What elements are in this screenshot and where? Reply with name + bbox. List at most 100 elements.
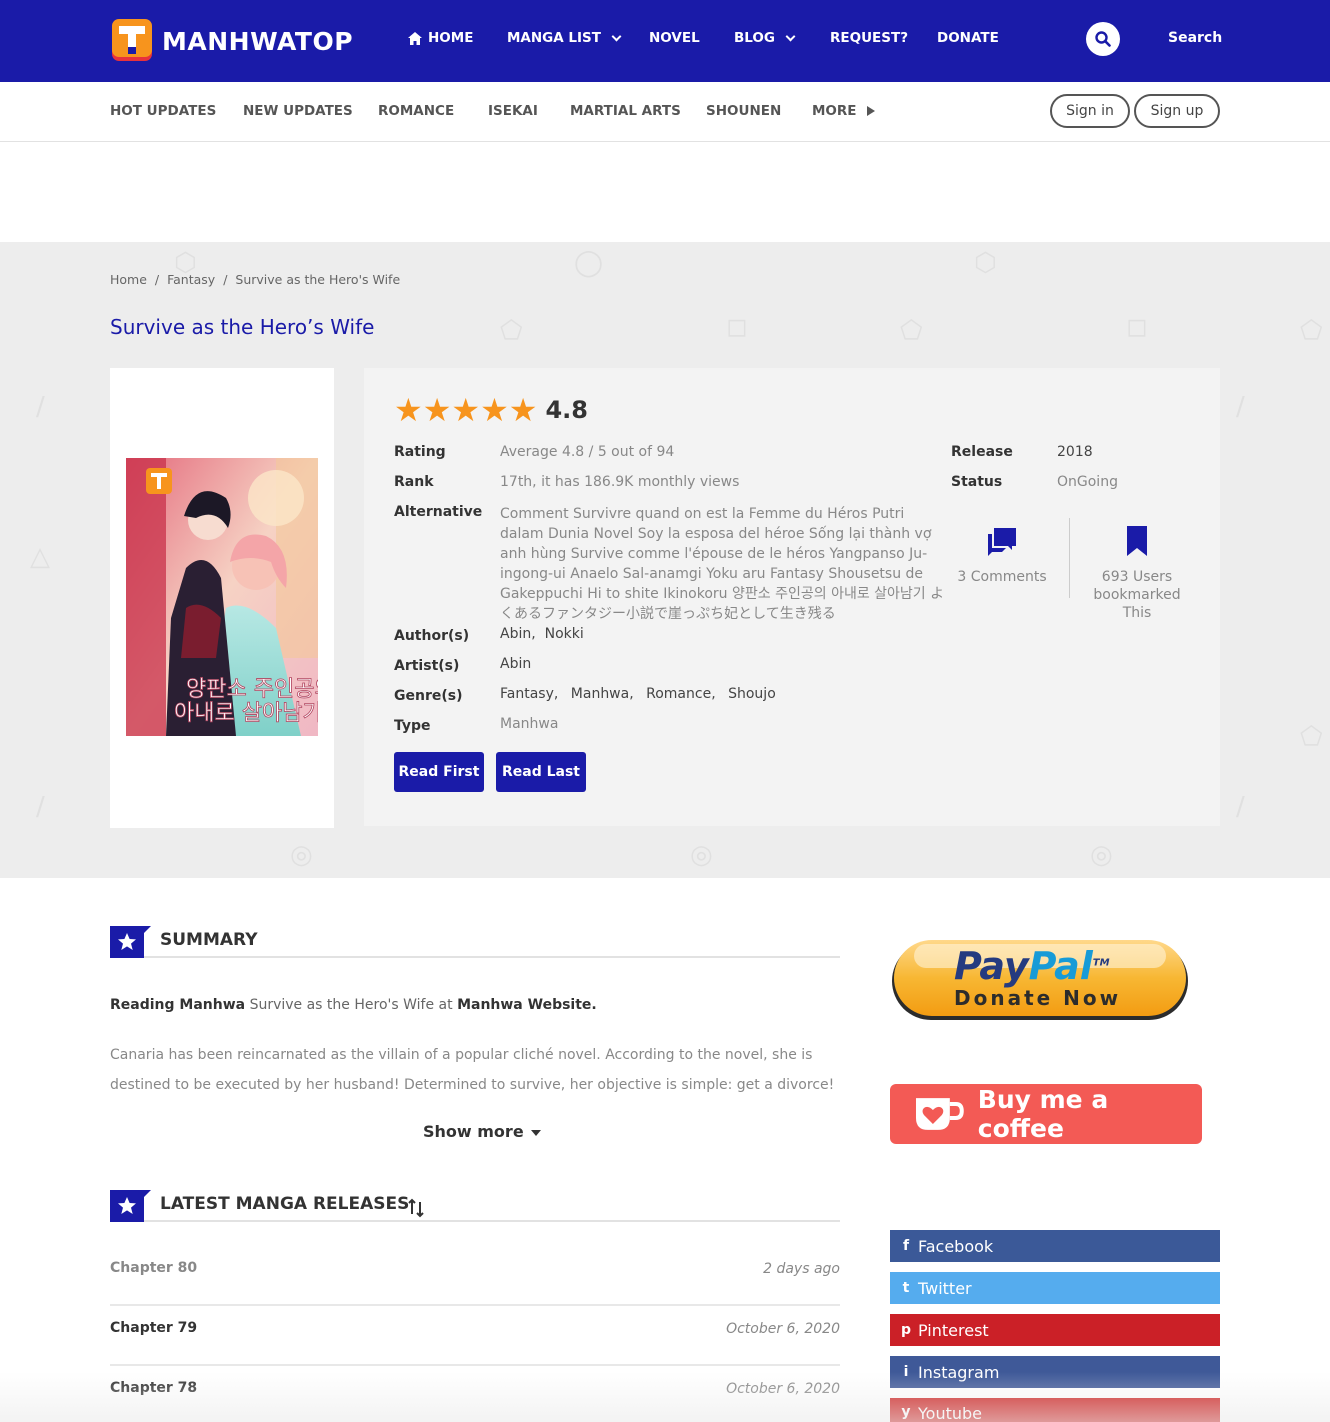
breadcrumb-fantasy[interactable]: Fantasy — [167, 272, 215, 287]
subnav-romance[interactable]: ROMANCE — [378, 103, 454, 119]
sign-up-button[interactable]: Sign up — [1134, 94, 1220, 128]
sort-icon[interactable] — [408, 1198, 424, 1218]
genre-link[interactable]: Manhwa, — [571, 686, 634, 702]
twitter-icon: t — [902, 1280, 910, 1296]
subnav-more-label: MORE — [812, 103, 857, 119]
genre-link[interactable]: Shoujo — [728, 686, 776, 702]
genre-link[interactable]: Fantasy, — [500, 686, 558, 702]
social-twitter-label: Twitter — [918, 1278, 972, 1298]
subnav-martial-arts[interactable]: MARTIAL ARTS — [570, 103, 681, 119]
buy-me-coffee-button[interactable]: Buy me a coffee — [890, 1084, 1202, 1144]
nav-donate-label: DONATE — [937, 30, 999, 46]
rating-label: Rating — [394, 444, 446, 460]
background-pattern-icon: ◎ — [1090, 840, 1113, 870]
author-link[interactable]: Nokki — [545, 626, 584, 642]
social-pinterest-label: Pinterest — [918, 1320, 989, 1340]
search-icon — [1095, 31, 1111, 47]
cover-card: 양판소 주인공의 아내로 살아남기 — [110, 368, 334, 828]
breadcrumb-current: Survive as the Hero's Wife — [235, 272, 401, 287]
background-pattern-icon: △ — [30, 542, 50, 572]
background-pattern-icon: ⬠ — [1300, 722, 1323, 752]
subnav-hot-updates[interactable]: HOT UPDATES — [110, 103, 216, 119]
svg-text:양판소 주인공의: 양판소 주인공의 — [186, 677, 318, 702]
background-pattern-icon: ⬠ — [1300, 316, 1323, 346]
summary-heading: SUMMARY — [160, 930, 258, 950]
comments-icon — [988, 528, 1016, 556]
nav-home-label: HOME — [428, 30, 474, 46]
search-button[interactable] — [1086, 22, 1120, 56]
bookmarks-stat[interactable]: 693 Users bookmarked This — [1082, 526, 1192, 622]
instagram-icon: i — [903, 1364, 909, 1380]
site-logo[interactable]: MANHWATOP — [110, 16, 353, 66]
chapter-row[interactable]: Chapter 79 October 6, 2020 — [110, 1306, 840, 1366]
subnav-shounen[interactable]: SHOUNEN — [706, 103, 781, 119]
genre-shoujo: Shoujo — [728, 686, 776, 702]
search-label[interactable]: Search — [1168, 30, 1222, 46]
read-first-button[interactable]: Read First — [394, 752, 484, 792]
logo-icon — [110, 17, 154, 65]
star-icon — [118, 1197, 136, 1214]
nav-home[interactable]: HOME — [408, 30, 473, 46]
breadcrumb-home[interactable]: Home — [110, 272, 147, 287]
manga-header-section: ⬡ ◯ ⬡ ⬠ ⬠ ⬠ ◻ ◻ △ / / / / ⬠ ◎ ◎ ◎ Home /… — [0, 242, 1330, 878]
breadcrumb: Home / Fantasy / Survive as the Hero's W… — [110, 272, 404, 287]
nav-donate[interactable]: DONATE — [937, 30, 999, 46]
chapter-name[interactable]: Chapter 79 — [110, 1320, 197, 1336]
nav-request[interactable]: REQUEST? — [830, 30, 908, 46]
nav-novel[interactable]: NOVEL — [649, 30, 700, 46]
show-more-label: Show more — [423, 1122, 524, 1141]
subnav-more[interactable]: MORE — [812, 103, 875, 119]
summary-fade — [110, 1098, 840, 1118]
social-twitter-button[interactable]: t Twitter — [890, 1272, 1220, 1304]
chapter-row[interactable]: Chapter 80 2 days ago — [110, 1246, 840, 1306]
star-icon: ★ — [508, 391, 538, 429]
chapter-name[interactable]: Chapter 80 — [110, 1260, 197, 1276]
rank-label: Rank — [394, 474, 434, 490]
genre-manhwa: Manhwa — [570, 686, 630, 702]
chevron-down-icon — [785, 31, 796, 41]
social-pinterest-button[interactable]: p Pinterest — [890, 1314, 1220, 1346]
background-pattern-icon: ◎ — [290, 840, 313, 870]
genres-value: Fantasy, Manhwa, Romance, Shoujo — [500, 686, 784, 702]
genres-label: Genre(s) — [394, 688, 463, 704]
section-star-badge — [110, 926, 151, 958]
nav-blog[interactable]: BLOG — [734, 30, 796, 46]
social-facebook-label: Facebook — [918, 1236, 994, 1256]
background-pattern-icon: / — [36, 792, 45, 822]
rating-value: Average 4.8 / 5 out of 94 — [500, 444, 675, 460]
subnav-new-updates[interactable]: NEW UPDATES — [243, 103, 353, 119]
chapter-date: October 6, 2020 — [726, 1381, 840, 1397]
page-title: Survive as the Hero’s Wife — [110, 315, 375, 339]
social-youtube-button[interactable]: y Youtube — [890, 1398, 1220, 1422]
read-last-button[interactable]: Read Last — [496, 752, 586, 792]
summary-text: Canaria has been reincarnated as the vil… — [110, 1047, 835, 1093]
logo-text: MANHWATOP — [162, 26, 354, 56]
manga-info-panel: ★ ★ ★ ★ ★ 4.8 Rating Average 4.8 / 5 out… — [364, 368, 1220, 826]
subnav-isekai[interactable]: ISEKAI — [488, 103, 538, 119]
artists-label: Artist(s) — [394, 658, 460, 674]
genre-link[interactable]: Romance, — [646, 686, 716, 702]
paypal-donate-button[interactable]: PayPalTM Donate Now — [890, 938, 1190, 1024]
authors-value: Abin, Nokki — [500, 626, 584, 642]
star-icon: ★ — [394, 391, 423, 429]
nav-blog-label: BLOG — [734, 30, 775, 46]
background-pattern-icon: ◻ — [726, 312, 748, 342]
background-pattern-icon: ◯ — [574, 248, 604, 278]
type-value: Manhwa — [500, 716, 559, 732]
social-facebook-button[interactable]: f Facebook — [890, 1230, 1220, 1262]
show-more-button[interactable]: Show more — [423, 1122, 542, 1141]
paypal-tm: TM — [1092, 957, 1110, 969]
releases-heading: LATEST MANGA RELEASES — [160, 1194, 410, 1214]
comments-stat[interactable]: 3 Comments — [947, 526, 1057, 586]
sign-in-button[interactable]: Sign in — [1050, 94, 1130, 128]
home-icon — [408, 31, 422, 45]
artist-link[interactable]: Abin — [500, 656, 531, 672]
reading-at: at — [438, 997, 453, 1013]
social-instagram-button[interactable]: i Instagram — [890, 1356, 1220, 1388]
chapter-name[interactable]: Chapter 78 — [110, 1380, 197, 1396]
background-pattern-icon: ◎ — [690, 840, 713, 870]
manga-cover-image[interactable]: 양판소 주인공의 아내로 살아남기 — [126, 458, 318, 736]
author-link[interactable]: Abin — [500, 626, 531, 642]
chapter-row[interactable]: Chapter 78 October 6, 2020 — [110, 1366, 840, 1422]
nav-manga-list[interactable]: MANGA LIST — [507, 30, 622, 46]
